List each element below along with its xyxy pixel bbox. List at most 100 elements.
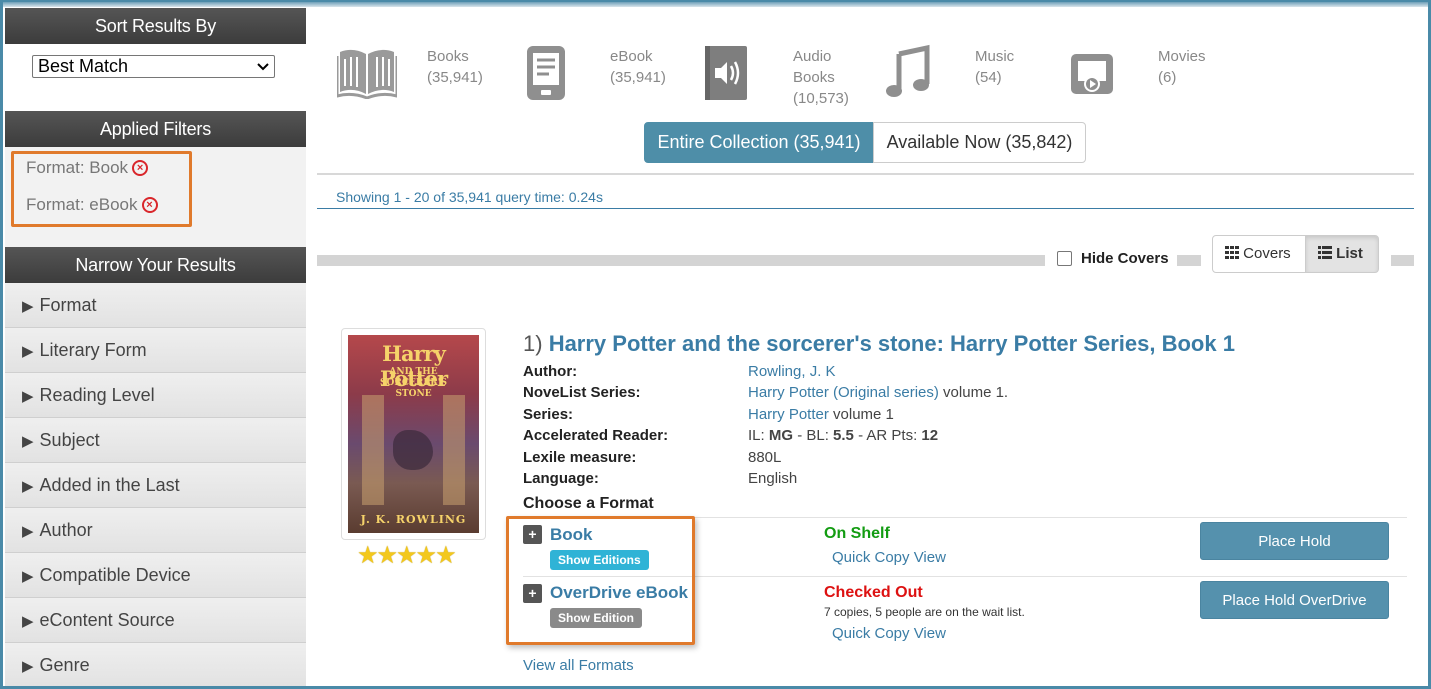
facet-label: Genre: [39, 655, 90, 675]
place-hold-overdrive-button[interactable]: Place Hold OverDrive: [1200, 581, 1389, 619]
filter-label: Format: eBook: [26, 195, 138, 214]
ar-pts: 12: [921, 427, 939, 444]
facet-compatible-device[interactable]: ▶ Compatible Device: [5, 553, 306, 598]
format-count: (35,941): [610, 69, 666, 86]
facet-label: Author: [39, 520, 93, 540]
facet-author[interactable]: ▶ Author: [5, 508, 306, 553]
series-volume: volume 1: [828, 406, 894, 423]
format-label-line: Music: [975, 48, 1015, 65]
divider: [317, 208, 1414, 209]
available-now-button[interactable]: Available Now (35,842): [873, 122, 1086, 163]
ar-bl: 5.5: [833, 427, 854, 444]
series-value: Harry Potter volume 1: [748, 406, 894, 423]
format-books-label: Books (35,941): [427, 46, 483, 88]
triangle-right-icon: ▶: [22, 478, 34, 495]
cover-art: [443, 395, 465, 505]
format-label-line: Books: [427, 48, 469, 65]
cover-art: [393, 430, 433, 470]
facet-label: Added in the Last: [39, 475, 180, 495]
cover-art: [362, 395, 384, 505]
applied-filter-ebook: Format: eBook ×: [26, 195, 158, 215]
format-count: (54): [975, 69, 1002, 86]
hide-covers-label: Hide Covers: [1081, 250, 1169, 267]
list-label: List: [1336, 245, 1363, 262]
language-value: English: [748, 470, 798, 487]
applied-filters: Format: Book × Format: eBook ×: [5, 147, 306, 247]
facet-literary-form[interactable]: ▶ Literary Form: [5, 328, 306, 373]
rating-stars[interactable]: ★★★★★: [357, 541, 457, 570]
format-count: (10,573): [793, 90, 849, 107]
place-hold-button[interactable]: Place Hold: [1200, 522, 1389, 560]
format-music-label: Music (54): [975, 46, 1014, 88]
narrow-header: Narrow Your Results: [5, 247, 306, 283]
lexile-value: 880L: [748, 449, 782, 466]
list-view-button[interactable]: List: [1305, 235, 1379, 273]
triangle-right-icon: ▶: [22, 613, 34, 630]
entire-collection-button[interactable]: Entire Collection (35,941): [644, 122, 874, 163]
cover-author: J. K. ROWLING: [360, 513, 467, 526]
facet-label: Subject: [39, 430, 100, 450]
facet-reading-level[interactable]: ▶ Reading Level: [5, 373, 306, 418]
ar-pts-label: - AR Pts:: [853, 427, 922, 444]
format-label-line: Audio: [793, 48, 832, 65]
ar-bl-label: - BL:: [793, 427, 834, 444]
format-label-line: Movies: [1158, 48, 1206, 65]
highlight-box: [506, 516, 695, 645]
covers-label: Covers: [1243, 245, 1291, 262]
divider-bar: [317, 255, 1045, 266]
book-cover[interactable]: Harry Potter AND THE SORCERER'S STONE J.…: [341, 328, 486, 540]
novelist-value: Harry Potter (Original series) volume 1.: [748, 384, 1008, 401]
choose-format-heading: Choose a Format: [523, 495, 654, 512]
view-all-formats-link[interactable]: View all Formats: [523, 657, 634, 674]
status-checked-out: Checked Out: [824, 584, 923, 601]
checkbox[interactable]: [1057, 251, 1072, 266]
cover-image: Harry Potter AND THE SORCERER'S STONE J.…: [348, 335, 479, 533]
main-content: Books (35,941) eBook (35,941) Audio Book…: [317, 0, 1417, 689]
quick-copy-view-link[interactable]: Quick Copy View: [832, 549, 946, 566]
triangle-right-icon: ▶: [22, 388, 34, 405]
format-label-line: Books: [793, 69, 835, 86]
author-value: Rowling, J. K: [748, 363, 836, 380]
remove-filter-icon[interactable]: ×: [132, 160, 149, 176]
result-title[interactable]: 1) Harry Potter and the sorcerer's stone…: [523, 331, 1235, 357]
triangle-right-icon: ▶: [22, 523, 34, 540]
grid-icon: [1225, 245, 1243, 262]
status-on-shelf: On Shelf: [824, 525, 890, 542]
facet-added-in-the-last[interactable]: ▶ Added in the Last: [5, 463, 306, 508]
triangle-right-icon: ▶: [22, 658, 34, 675]
format-count: (6): [1158, 69, 1177, 86]
series-link[interactable]: Harry Potter: [748, 406, 829, 423]
series-label: Series:: [523, 406, 574, 423]
facet-econtent-source[interactable]: ▶ eContent Source: [5, 598, 306, 643]
sort-select-value: Best Match: [38, 56, 129, 76]
remove-filter-icon[interactable]: ×: [141, 197, 158, 213]
format-movies-label: Movies (6): [1158, 46, 1206, 88]
filter-label: Format: Book: [26, 158, 129, 177]
novelist-series-link[interactable]: Harry Potter (Original series): [748, 384, 939, 401]
divider: [317, 173, 1414, 175]
divider-bar: [1391, 255, 1414, 266]
format-label-line: eBook: [610, 48, 653, 65]
sort-select[interactable]: Best Match: [32, 55, 275, 78]
triangle-right-icon: ▶: [22, 433, 34, 450]
format-ebook-label: eBook (35,941): [610, 46, 666, 88]
facet-format[interactable]: ▶ Format: [5, 283, 306, 328]
author-link[interactable]: Rowling, J. K: [748, 363, 836, 380]
audiobook-icon: [703, 44, 749, 107]
triangle-right-icon: ▶: [22, 568, 34, 585]
chevron-down-icon: [257, 56, 269, 82]
music-icon: [885, 44, 931, 105]
covers-view-button[interactable]: Covers: [1212, 235, 1306, 273]
novelist-label: NoveList Series:: [523, 384, 641, 401]
hide-covers-toggle[interactable]: Hide Covers: [1057, 250, 1169, 267]
divider-bar: [1177, 255, 1201, 266]
ar-il: MG: [768, 427, 794, 444]
quick-copy-view-link[interactable]: Quick Copy View: [832, 625, 946, 642]
lexile-label: Lexile measure:: [523, 449, 637, 466]
facet-subject[interactable]: ▶ Subject: [5, 418, 306, 463]
book-icon: [335, 44, 399, 104]
list-icon: [1318, 245, 1336, 262]
result-title-link[interactable]: Harry Potter and the sorcerer's stone: H…: [549, 331, 1235, 356]
facet-genre[interactable]: ▶ Genre: [5, 643, 306, 688]
format-count: (35,941): [427, 69, 483, 86]
